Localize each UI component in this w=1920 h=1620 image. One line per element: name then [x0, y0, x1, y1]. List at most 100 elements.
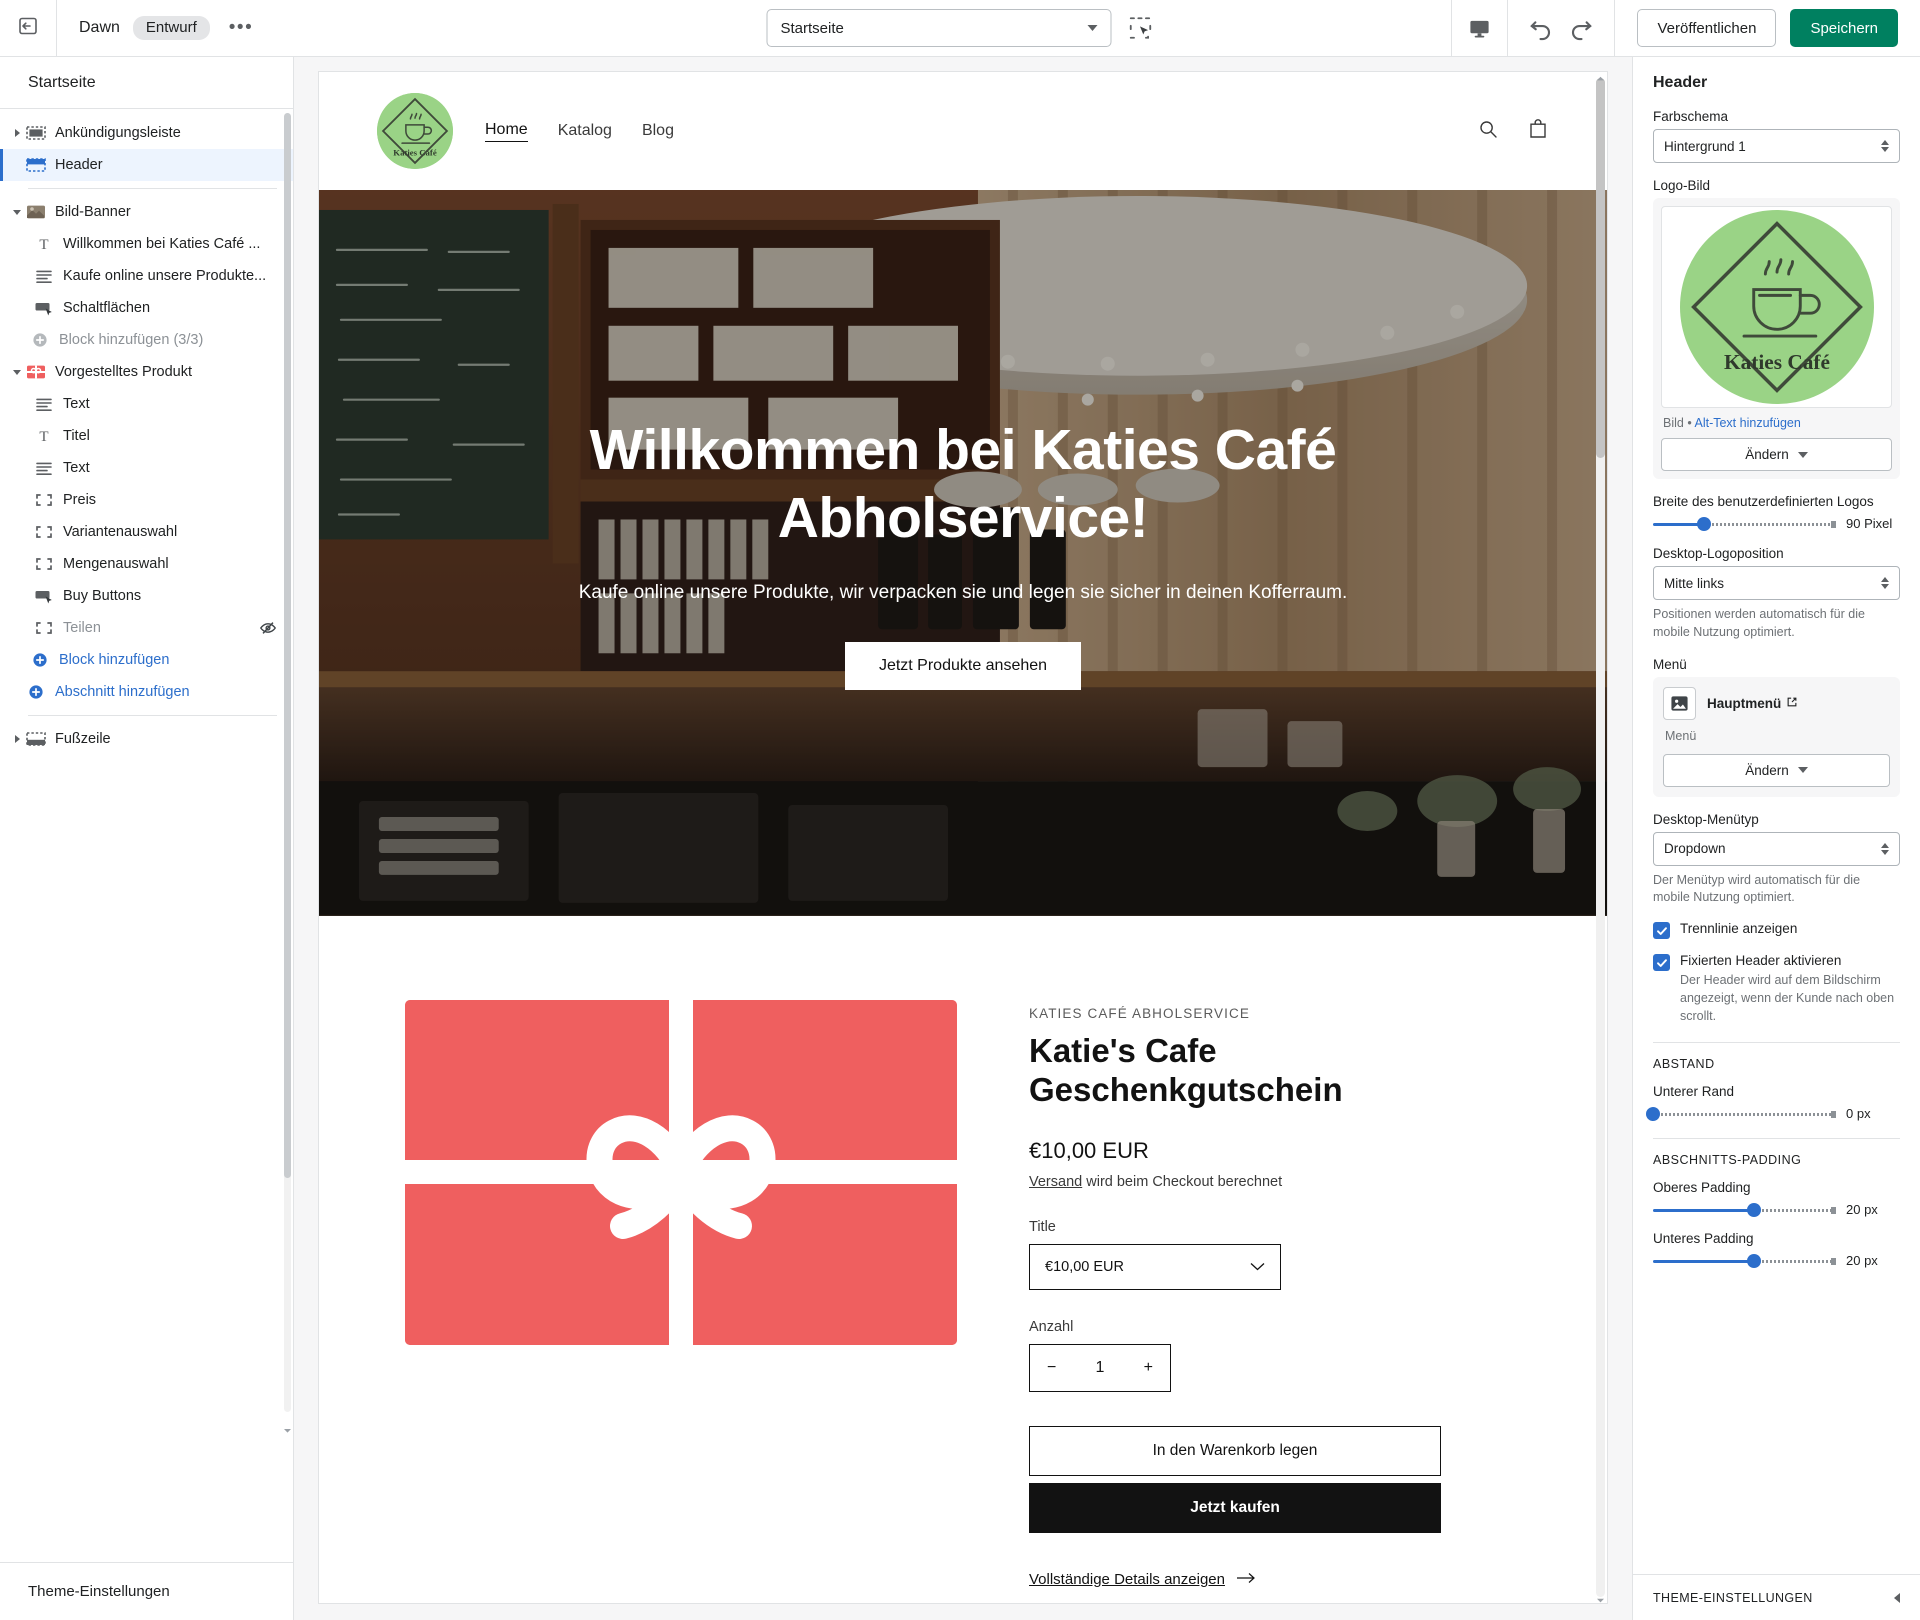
add-to-cart-button[interactable]: In den Warenkorb legen	[1029, 1425, 1441, 1476]
desktop-monitor-icon[interactable]	[1451, 0, 1507, 56]
sidebar-item-1[interactable]: Header	[0, 149, 293, 181]
redo-arrow-icon[interactable]	[1566, 13, 1596, 43]
tree-toggle[interactable]	[8, 209, 26, 215]
plus-circle-blue-icon	[30, 652, 50, 668]
plus-icon[interactable]: +	[1144, 1359, 1153, 1377]
sidebar-item-4[interactable]: Kaufe online unsere Produkte...	[0, 260, 293, 292]
settings-panel-body: Farbschema Hintergrund 1 Logo-Bild Katie…	[1633, 109, 1920, 1574]
sidebar-item-8[interactable]: Text	[0, 388, 293, 420]
shipping-link[interactable]: Versand	[1029, 1174, 1082, 1190]
preview-scroll-up-icon[interactable]	[1595, 72, 1606, 82]
sidebar-item-16[interactable]: Block hinzufügen	[0, 644, 293, 676]
heading-text-icon: T	[34, 236, 54, 252]
sticky-header-row[interactable]: Fixierten Header aktivieren Der Header w…	[1653, 953, 1900, 1025]
menu-change-button[interactable]: Ändern	[1663, 753, 1890, 787]
sidebar-item-0[interactable]: Ankündigungsleiste	[0, 117, 293, 149]
sidebar-scrollbar-thumb[interactable]	[284, 113, 291, 1179]
svg-text:T: T	[39, 429, 48, 444]
menu-name-row[interactable]: Hauptmenü	[1707, 696, 1798, 711]
variant-select[interactable]: €10,00 EUR	[1029, 1243, 1281, 1290]
more-dots-icon[interactable]: •••	[223, 18, 259, 37]
sidebar-scroll-down-icon[interactable]	[282, 1423, 293, 1434]
show-divider-checkbox[interactable]	[1653, 922, 1670, 939]
sidebar-item-label: Teilen	[63, 620, 101, 636]
top-toolbar: Dawn Entwurf ••• Startseite Veröffentlic…	[0, 0, 1920, 57]
chevron-down-icon	[13, 369, 21, 375]
logo-image-card: Katies Café Bild • Alt-Text hinzufügen Ä…	[1653, 198, 1900, 479]
slider-knob[interactable]	[1697, 516, 1712, 531]
show-divider-row[interactable]: Trennlinie anzeigen	[1653, 921, 1900, 939]
sidebar-item-10[interactable]: Text	[0, 452, 293, 484]
sidebar-item-9[interactable]: T Titel	[0, 420, 293, 452]
minus-icon[interactable]: −	[1047, 1359, 1056, 1377]
buy-now-button[interactable]: Jetzt kaufen	[1029, 1482, 1441, 1533]
chevron-down-icon	[1250, 1259, 1265, 1275]
tree-toggle[interactable]	[8, 129, 26, 137]
bottom-padding-slider[interactable]	[1653, 1253, 1836, 1268]
theme-settings-button[interactable]: Theme-Einstellungen	[0, 1562, 293, 1620]
save-actions: Veröffentlichen Speichern	[1615, 9, 1920, 47]
store-logo[interactable]: Katies Café	[377, 93, 453, 169]
store-nav: Home Katalog Blog	[485, 121, 674, 142]
nav-item-home[interactable]: Home	[485, 121, 528, 142]
top-padding-label: Oberes Padding	[1653, 1180, 1751, 1196]
hero-cta-button[interactable]: Jetzt Produkte ansehen	[844, 642, 1082, 691]
logo-image-preview[interactable]: Katies Café	[1661, 206, 1892, 408]
preview-scrollbar-thumb[interactable]	[1596, 78, 1605, 458]
undo-arrow-icon[interactable]	[1526, 13, 1556, 43]
menu-sub: Menü	[1665, 728, 1697, 743]
sidebar-item-11[interactable]: Preis	[0, 484, 293, 516]
sidebar-item-12[interactable]: Variantenauswahl	[0, 516, 293, 548]
menu-type-select[interactable]: Dropdown	[1653, 831, 1900, 866]
hidden-eye-icon[interactable]	[259, 620, 277, 636]
sidebar-item-5[interactable]: Schaltflächen	[0, 292, 293, 324]
sidebar-item-17[interactable]: Abschnitt hinzufügen	[0, 676, 293, 708]
tree-toggle[interactable]	[8, 735, 26, 743]
logo-position-select[interactable]: Mitte links	[1653, 566, 1900, 600]
sidebar-item-18[interactable]: Fußzeile	[0, 723, 293, 755]
preview-scroll-down-icon[interactable]	[1595, 1593, 1606, 1603]
top-padding-slider[interactable]	[1653, 1202, 1836, 1217]
sidebar-item-2[interactable]: Bild-Banner	[0, 196, 293, 228]
sidebar-item-3[interactable]: T Willkommen bei Katies Café ...	[0, 228, 293, 260]
shopping-bag-icon[interactable]	[1527, 118, 1549, 145]
sidebar-item-6[interactable]: Block hinzufügen (3/3)	[0, 324, 293, 356]
view-full-details-link[interactable]: Vollständige Details anzeigen	[1029, 1571, 1256, 1588]
gift-card-image[interactable]	[405, 1000, 957, 1345]
sidebar-item-13[interactable]: Mengenauswahl	[0, 548, 293, 580]
heading-text-icon: T	[34, 428, 54, 444]
quantity-stepper[interactable]: − 1 +	[1029, 1343, 1171, 1392]
page-selector[interactable]: Startseite	[766, 9, 1112, 47]
sidebar-item-7[interactable]: Vorgestelltes Produkt	[0, 356, 293, 388]
page-selector-group: Startseite	[766, 9, 1154, 47]
slider-knob[interactable]	[1746, 1253, 1761, 1268]
sticky-header-checkbox[interactable]	[1653, 954, 1670, 971]
inspector-select-icon[interactable]	[1128, 15, 1154, 41]
sidebar-item-15[interactable]: Teilen	[0, 612, 293, 644]
add-alt-text-link[interactable]: Alt-Text hinzufügen	[1694, 416, 1800, 430]
menu-card: Hauptmenü Menü Ändern	[1653, 676, 1900, 797]
slider-knob[interactable]	[1646, 1106, 1660, 1121]
publish-button[interactable]: Veröffentlichen	[1637, 9, 1777, 47]
nav-item-blog[interactable]: Blog	[642, 122, 674, 140]
image-placeholder-icon	[1663, 686, 1696, 720]
quantity-value[interactable]: 1	[1096, 1359, 1105, 1377]
color-scheme-select[interactable]: Hintergrund 1	[1653, 129, 1900, 163]
save-button[interactable]: Speichern	[1790, 9, 1898, 47]
sidebar-item-14[interactable]: Buy Buttons	[0, 580, 293, 612]
logo-change-button[interactable]: Ändern	[1661, 438, 1892, 471]
sidebar-scrollbar[interactable]	[284, 113, 291, 1412]
sidebar-item-label: Willkommen bei Katies Café ...	[63, 236, 261, 252]
tree-toggle[interactable]	[8, 369, 26, 375]
bottom-margin-slider[interactable]	[1646, 1106, 1836, 1121]
search-icon[interactable]	[1477, 118, 1499, 145]
theme-settings-footer[interactable]: THEME-EINSTELLUNGEN	[1633, 1574, 1920, 1620]
logo-width-slider[interactable]	[1653, 516, 1836, 531]
preview-scrollbar[interactable]	[1596, 78, 1605, 1597]
exit-editor-button[interactable]	[0, 0, 57, 56]
slider-knob[interactable]	[1746, 1202, 1761, 1217]
svg-text:Katies Café: Katies Café	[1723, 350, 1829, 374]
nav-item-katalog[interactable]: Katalog	[558, 122, 612, 140]
store-header: Katies Café Home Katalog Blog	[319, 72, 1607, 190]
external-link-icon[interactable]	[1786, 696, 1798, 711]
